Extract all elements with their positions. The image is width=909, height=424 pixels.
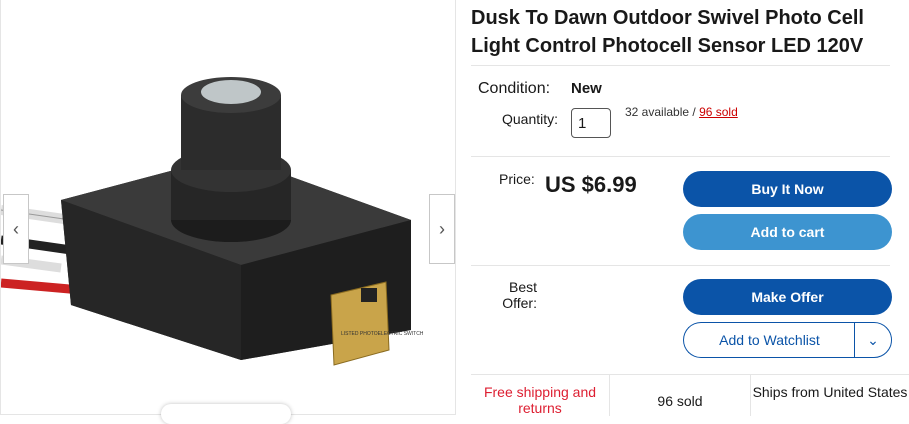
price-label: Price: — [499, 171, 535, 187]
sold-count-link[interactable]: 96 sold — [699, 105, 738, 119]
buy-it-now-button[interactable]: Buy It Now — [683, 171, 892, 207]
watchlist-dropdown-button[interactable]: ⌄ — [854, 322, 892, 358]
image-gallery: LISTED PHOTOELECTRIC SWITCH ‹ › — [0, 0, 457, 424]
sold-count-tile: 96 sold — [610, 375, 751, 416]
divider — [471, 265, 890, 266]
make-offer-button[interactable]: Make Offer — [683, 279, 892, 315]
add-to-cart-button[interactable]: Add to cart — [683, 214, 892, 250]
chevron-right-icon: › — [439, 218, 445, 239]
listing-title: Dusk To Dawn Outdoor Swivel Photo Cell L… — [471, 7, 864, 57]
gallery-next-button[interactable]: › — [429, 194, 455, 264]
product-photo[interactable]: LISTED PHOTOELECTRIC SWITCH — [1, 60, 457, 415]
best-offer-label: Best Offer: — [502, 279, 537, 311]
price-value: US $6.99 — [545, 172, 637, 197]
divider — [471, 156, 890, 157]
availability-text: 32 available / 96 sold — [625, 105, 738, 119]
label-plate-text: LISTED PHOTOELECTRIC SWITCH — [341, 331, 424, 337]
quantity-label: Quantity: — [502, 111, 559, 127]
chevron-down-icon: ⌄ — [867, 331, 879, 348]
add-to-watchlist-button[interactable]: Add to Watchlist — [683, 322, 855, 358]
info-tiles: Free shipping and returns 96 sold Ships … — [471, 374, 909, 416]
zoom-hint — [161, 404, 291, 424]
chevron-left-icon: ‹ — [13, 218, 19, 239]
free-shipping-tile: Free shipping and returns — [471, 375, 610, 416]
condition-value: New — [571, 80, 602, 97]
condition-label: Condition: — [478, 80, 551, 97]
ships-from-tile: Ships from United States — [752, 384, 908, 400]
gallery-prev-button[interactable]: ‹ — [3, 194, 29, 264]
available-count: 32 available / — [625, 105, 700, 119]
divider — [471, 65, 890, 66]
quantity-input[interactable]: 1 — [571, 108, 611, 138]
